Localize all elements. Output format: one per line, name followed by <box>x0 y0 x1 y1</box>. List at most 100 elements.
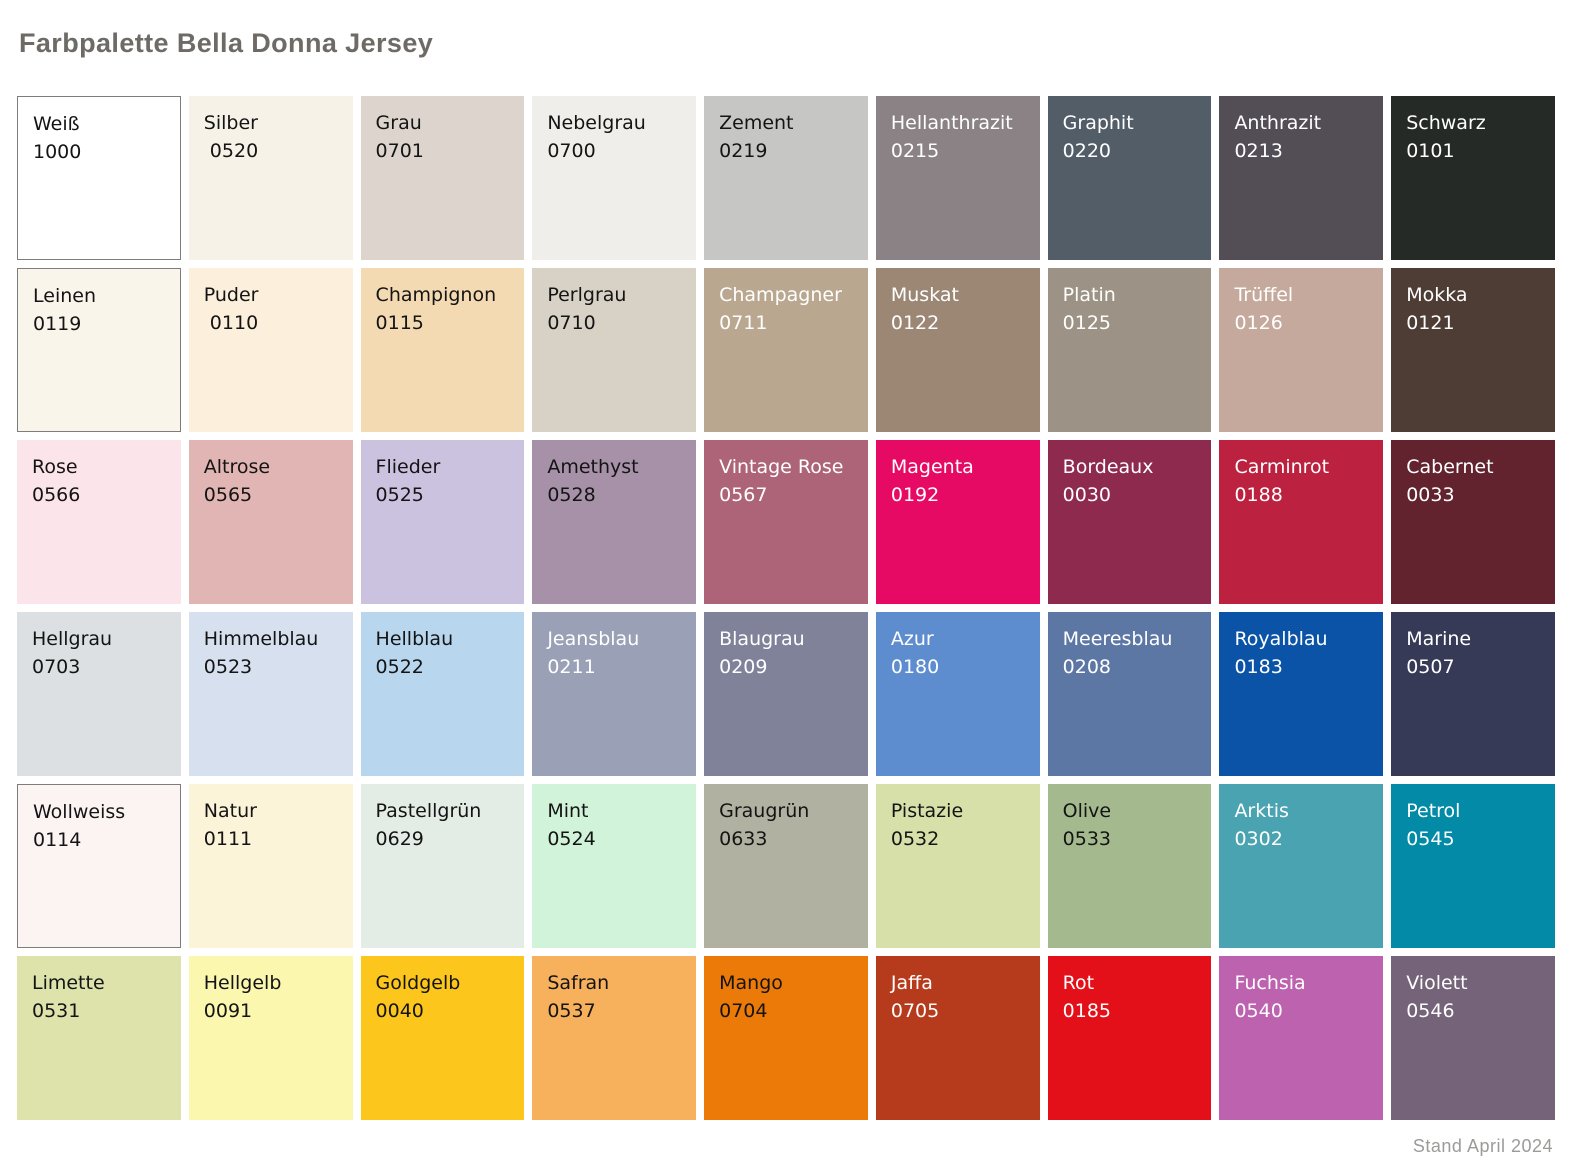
swatch-code: 0540 <box>1234 997 1368 1025</box>
swatch-code: 0192 <box>891 481 1025 509</box>
swatch-code: 0030 <box>1063 481 1197 509</box>
swatch-name: Carminrot <box>1234 453 1368 481</box>
color-swatch-0302: Arktis0302 <box>1219 784 1383 948</box>
color-swatch-0091: Hellgelb0091 <box>189 956 353 1120</box>
color-swatch-0532: Pistazie0532 <box>876 784 1040 948</box>
swatch-name: Hellblau <box>376 625 510 653</box>
swatch-name: Jeansblau <box>547 625 681 653</box>
swatch-code: 0633 <box>719 825 853 853</box>
swatch-name: Magenta <box>891 453 1025 481</box>
swatch-name: Bordeaux <box>1063 453 1197 481</box>
swatch-code: 0119 <box>33 310 165 338</box>
swatch-name: Muskat <box>891 281 1025 309</box>
color-swatch-0111: Natur0111 <box>189 784 353 948</box>
color-swatch-0566: Rose0566 <box>17 440 181 604</box>
color-swatch-1000: Weiß1000 <box>17 96 181 260</box>
color-swatch-0507: Marine0507 <box>1391 612 1555 776</box>
swatch-code: 0115 <box>376 309 510 337</box>
swatch-name: Leinen <box>33 282 165 310</box>
color-swatch-0711: Champagner0711 <box>704 268 868 432</box>
swatch-code: 0546 <box>1406 997 1540 1025</box>
swatch-code: 0125 <box>1063 309 1197 337</box>
color-swatch-0188: Carminrot0188 <box>1219 440 1383 604</box>
color-swatch-0209: Blaugrau0209 <box>704 612 868 776</box>
swatch-code: 0703 <box>32 653 166 681</box>
swatch-name: Azur <box>891 625 1025 653</box>
swatch-code: 0040 <box>376 997 510 1025</box>
color-swatch-0540: Fuchsia0540 <box>1219 956 1383 1120</box>
swatch-code: 0531 <box>32 997 166 1025</box>
color-swatch-0703: Hellgrau0703 <box>17 612 181 776</box>
swatch-code: 0211 <box>547 653 681 681</box>
swatch-code: 0704 <box>719 997 853 1025</box>
swatch-code: 1000 <box>33 138 165 166</box>
swatch-code: 0567 <box>719 481 853 509</box>
color-swatch-0523: Himmelblau0523 <box>189 612 353 776</box>
swatch-name: Mokka <box>1406 281 1540 309</box>
swatch-code: 0302 <box>1234 825 1368 853</box>
swatch-name: Natur <box>204 797 338 825</box>
swatch-code: 0711 <box>719 309 853 337</box>
swatch-name: Pastellgrün <box>376 797 510 825</box>
color-swatch-0525: Flieder0525 <box>361 440 525 604</box>
swatch-code: 0532 <box>891 825 1025 853</box>
swatch-name: Rose <box>32 453 166 481</box>
color-swatch-0220: Graphit0220 <box>1048 96 1212 260</box>
color-palette-sheet: Farbpalette Bella Donna Jersey Weiß1000S… <box>0 0 1572 1170</box>
swatch-name: Amethyst <box>547 453 681 481</box>
swatch-name: Meeresblau <box>1063 625 1197 653</box>
swatch-code: 0701 <box>376 137 510 165</box>
color-swatch-0033: Cabernet0033 <box>1391 440 1555 604</box>
swatch-name: Vintage Rose <box>719 453 853 481</box>
palette-grid: Weiß1000Silber 0520Grau0701Nebelgrau0700… <box>17 96 1555 1120</box>
swatch-name: Petrol <box>1406 797 1540 825</box>
swatch-name: Fuchsia <box>1234 969 1368 997</box>
swatch-name: Himmelblau <box>204 625 338 653</box>
color-swatch-0700: Nebelgrau0700 <box>532 96 696 260</box>
swatch-name: Schwarz <box>1406 109 1540 137</box>
color-swatch-0192: Magenta0192 <box>876 440 1040 604</box>
swatch-name: Weiß <box>33 110 165 138</box>
color-swatch-0546: Violett0546 <box>1391 956 1555 1120</box>
color-swatch-0528: Amethyst0528 <box>532 440 696 604</box>
swatch-name: Pistazie <box>891 797 1025 825</box>
color-swatch-0531: Limette0531 <box>17 956 181 1120</box>
color-swatch-0522: Hellblau0522 <box>361 612 525 776</box>
swatch-name: Goldgelb <box>376 969 510 997</box>
swatch-code: 0180 <box>891 653 1025 681</box>
swatch-code: 0710 <box>547 309 681 337</box>
swatch-name: Trüffel <box>1234 281 1368 309</box>
swatch-code: 0122 <box>891 309 1025 337</box>
swatch-name: Safran <box>547 969 681 997</box>
color-swatch-0040: Goldgelb0040 <box>361 956 525 1120</box>
swatch-code: 0700 <box>547 137 681 165</box>
swatch-code: 0705 <box>891 997 1025 1025</box>
swatch-name: Flieder <box>376 453 510 481</box>
swatch-code: 0114 <box>33 826 165 854</box>
swatch-code: 0101 <box>1406 137 1540 165</box>
color-swatch-0119: Leinen0119 <box>17 268 181 432</box>
swatch-code: 0213 <box>1234 137 1368 165</box>
swatch-code: 0126 <box>1234 309 1368 337</box>
swatch-name: Arktis <box>1234 797 1368 825</box>
swatch-name: Hellgrau <box>32 625 166 653</box>
swatch-name: Marine <box>1406 625 1540 653</box>
swatch-code: 0091 <box>204 997 338 1025</box>
swatch-code: 0121 <box>1406 309 1540 337</box>
color-swatch-0115: Champignon0115 <box>361 268 525 432</box>
swatch-name: Anthrazit <box>1234 109 1368 137</box>
swatch-name: Olive <box>1063 797 1197 825</box>
swatch-name: Champagner <box>719 281 853 309</box>
color-swatch-0114: Wollweiss0114 <box>17 784 181 948</box>
color-swatch-0185: Rot0185 <box>1048 956 1212 1120</box>
color-swatch-0213: Anthrazit0213 <box>1219 96 1383 260</box>
swatch-name: Nebelgrau <box>547 109 681 137</box>
swatch-code: 0111 <box>204 825 338 853</box>
swatch-name: Altrose <box>204 453 338 481</box>
swatch-code: 0566 <box>32 481 166 509</box>
swatch-name: Perlgrau <box>547 281 681 309</box>
swatch-code: 0522 <box>376 653 510 681</box>
swatch-name: Hellgelb <box>204 969 338 997</box>
color-swatch-0633: Graugrün0633 <box>704 784 868 948</box>
swatch-name: Mint <box>547 797 681 825</box>
